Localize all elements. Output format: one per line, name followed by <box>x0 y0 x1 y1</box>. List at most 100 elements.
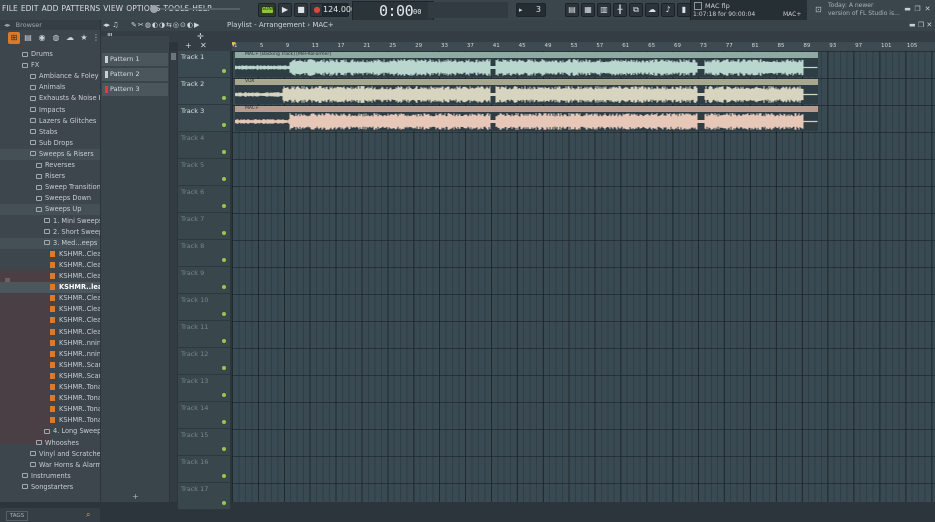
browser-folder[interactable]: Exhausts & Noise FX <box>0 93 100 104</box>
browser-folder[interactable]: War Horns & Alarms <box>0 460 100 471</box>
close-icon[interactable]: ✕ <box>924 6 931 13</box>
track-mute-led[interactable] <box>222 177 226 181</box>
browser-folder[interactable]: Songstarters <box>0 482 100 493</box>
menu-edit[interactable]: EDIT <box>21 4 39 13</box>
track-header[interactable]: Track 12 <box>178 348 230 375</box>
track-mute-led[interactable] <box>222 393 226 397</box>
picker-scrollbar[interactable] <box>170 51 177 502</box>
browser-folder[interactable]: Lazers & Glitches <box>0 116 100 127</box>
channel-rack-icon[interactable]: ▥ <box>597 3 611 17</box>
add-pattern-icon[interactable]: + <box>132 492 139 501</box>
track-mute-led[interactable] <box>222 420 226 424</box>
track-header[interactable]: Track 14 <box>178 402 230 429</box>
tempo-display[interactable]: 124.000 <box>322 3 356 17</box>
browser-file[interactable]: KSHMR..Tonal <box>0 393 100 404</box>
track-mute-led[interactable] <box>222 447 226 451</box>
zoom-icon[interactable]: ✕ <box>200 41 207 50</box>
browser-favorites-icon[interactable]: ★ <box>78 32 90 44</box>
track-header[interactable]: Track 9 <box>178 267 230 294</box>
browser-current-project-icon[interactable]: ◉ <box>36 32 48 44</box>
playlist-grid[interactable]: MAC+ [Backing Track] [Mel-RoFormer] VOX MA… <box>232 51 935 502</box>
audio-clip[interactable]: VOX <box>235 79 818 104</box>
menu-add[interactable]: ADD <box>42 4 59 13</box>
browser-folder[interactable]: Sweeps & Risers <box>0 148 100 160</box>
track-header[interactable]: Track 5 <box>178 159 230 186</box>
browser-folder[interactable]: Sweep Transitions <box>0 182 100 193</box>
browser-folder[interactable]: 4. Long Sweeps <box>0 426 100 437</box>
tags-button[interactable]: TAGS <box>6 511 28 521</box>
audio-clip[interactable]: MAC+ [Backing Track] [Mel-RoFormer] <box>235 52 818 77</box>
browser-folder[interactable]: Risers <box>0 171 100 182</box>
browser-file[interactable]: KSHMR..nning <box>0 338 100 349</box>
browser-folder[interactable]: Instruments <box>0 471 100 482</box>
browser-icon[interactable]: ☁ <box>645 3 659 17</box>
track-mute-led[interactable] <box>222 123 226 127</box>
audio-clip[interactable]: MAC+ <box>235 106 818 131</box>
pattern-selector[interactable]: ▸ 3 <box>516 3 546 17</box>
news-panel[interactable]: Today: A newer version of FL Studio is..… <box>828 0 900 22</box>
browser-plugin-icon[interactable]: ◍ <box>50 32 62 44</box>
menu-patterns[interactable]: PATTERNS <box>62 4 101 13</box>
track-mute-led[interactable] <box>222 312 226 316</box>
track-mute-led[interactable] <box>222 150 226 154</box>
browser-file[interactable]: KSHMR..Clean <box>0 249 100 260</box>
browser-file[interactable]: KSHMR..Tonal <box>0 404 100 415</box>
browser-folder[interactable]: Ambiance & Foley <box>0 71 100 82</box>
cart-icon[interactable]: ⊡ <box>815 5 824 14</box>
picker-scroll-thumb[interactable] <box>171 53 176 60</box>
browser-folder[interactable]: Stabs <box>0 127 100 138</box>
browser-folder[interactable]: Animals <box>0 82 100 93</box>
track-header[interactable]: Track 16 <box>178 456 230 483</box>
browser-folder[interactable]: 3. Med...eeps <box>0 237 100 249</box>
browser-file[interactable]: KSHMR..Tonal <box>0 415 100 426</box>
track-header[interactable]: Track 10 <box>178 294 230 321</box>
browser-file[interactable]: KSHMR..Clean <box>0 315 100 326</box>
browser-file[interactable]: KSHMR..Scary <box>0 371 100 382</box>
browser-folder[interactable]: 1. Mini Sweeps <box>0 216 100 227</box>
browser-folder[interactable]: Vinyl and Scratches <box>0 449 100 460</box>
pattern-item[interactable]: Pattern 3 <box>102 83 168 96</box>
track-mute-led[interactable] <box>222 204 226 208</box>
tempo-tapper-icon[interactable]: ♪ <box>661 3 675 17</box>
browser-all-icon[interactable]: ⊞ <box>8 32 20 44</box>
browser-arrows-icon[interactable]: ◂▸ <box>4 21 11 29</box>
browser-folder[interactable]: Sweeps Up <box>0 204 100 216</box>
track-mute-led[interactable] <box>222 69 226 73</box>
minimize-icon[interactable]: ▬ <box>904 6 911 13</box>
track-mute-led[interactable] <box>222 231 226 235</box>
plugin-picker-icon[interactable]: ⧉ <box>629 3 643 17</box>
track-mute-led[interactable] <box>222 339 226 343</box>
track-header[interactable]: Track 15 <box>178 429 230 456</box>
playlist-options-icon[interactable]: ◂▸ ♫ <box>103 20 119 31</box>
browser-file[interactable]: KSHMR..Clean <box>0 304 100 315</box>
track-header[interactable]: Track 4 <box>178 132 230 159</box>
master-volume-slider[interactable] <box>150 5 240 13</box>
browser-folder[interactable]: Impacts <box>0 105 100 116</box>
playlist-window-icon[interactable]: ▤ <box>565 3 579 17</box>
menu-view[interactable]: VIEW <box>103 4 123 13</box>
maximize-icon[interactable]: ❐ <box>914 6 921 13</box>
track-mute-led[interactable] <box>222 474 226 478</box>
track-header[interactable]: Track 1 <box>178 51 230 78</box>
browser-folder[interactable]: FX <box>0 60 100 71</box>
playlist-window-controls[interactable]: ▬ ❐ ✕ <box>909 21 932 29</box>
browser-folder[interactable]: Whooshes <box>0 438 100 449</box>
menu-file[interactable]: FILE <box>2 4 18 13</box>
browser-folder[interactable]: Sub Drops <box>0 138 100 149</box>
search-icon[interactable]: ⌕ <box>86 510 96 520</box>
browser-folder[interactable]: Sweeps Down <box>0 193 100 204</box>
track-header[interactable]: Track 3 <box>178 105 230 132</box>
browser-file[interactable]: KSHMR..Clean <box>0 293 100 304</box>
track-header[interactable]: Track 13 <box>178 375 230 402</box>
track-header[interactable]: Track 8 <box>178 240 230 267</box>
browser-cloud-icon[interactable]: ☁ <box>64 32 76 44</box>
browser-folder[interactable]: Drums <box>0 49 100 60</box>
timeline-ruler[interactable]: 1 5 9 13 17 21 25 29 33 37 41 45 49 53 57 61 65 69 73 77 81 8… <box>231 41 935 51</box>
track-mute-led[interactable] <box>222 366 226 370</box>
track-header[interactable]: Track 2 <box>178 78 230 105</box>
track-mute-led[interactable] <box>222 258 226 262</box>
pat-song-toggle[interactable]: SONG <box>258 3 276 17</box>
browser-file[interactable]: KSHMR..nning <box>0 349 100 360</box>
browser-folder[interactable]: 2. Short Sweeps <box>0 227 100 238</box>
browser-files-icon[interactable]: ▤ <box>22 32 34 44</box>
